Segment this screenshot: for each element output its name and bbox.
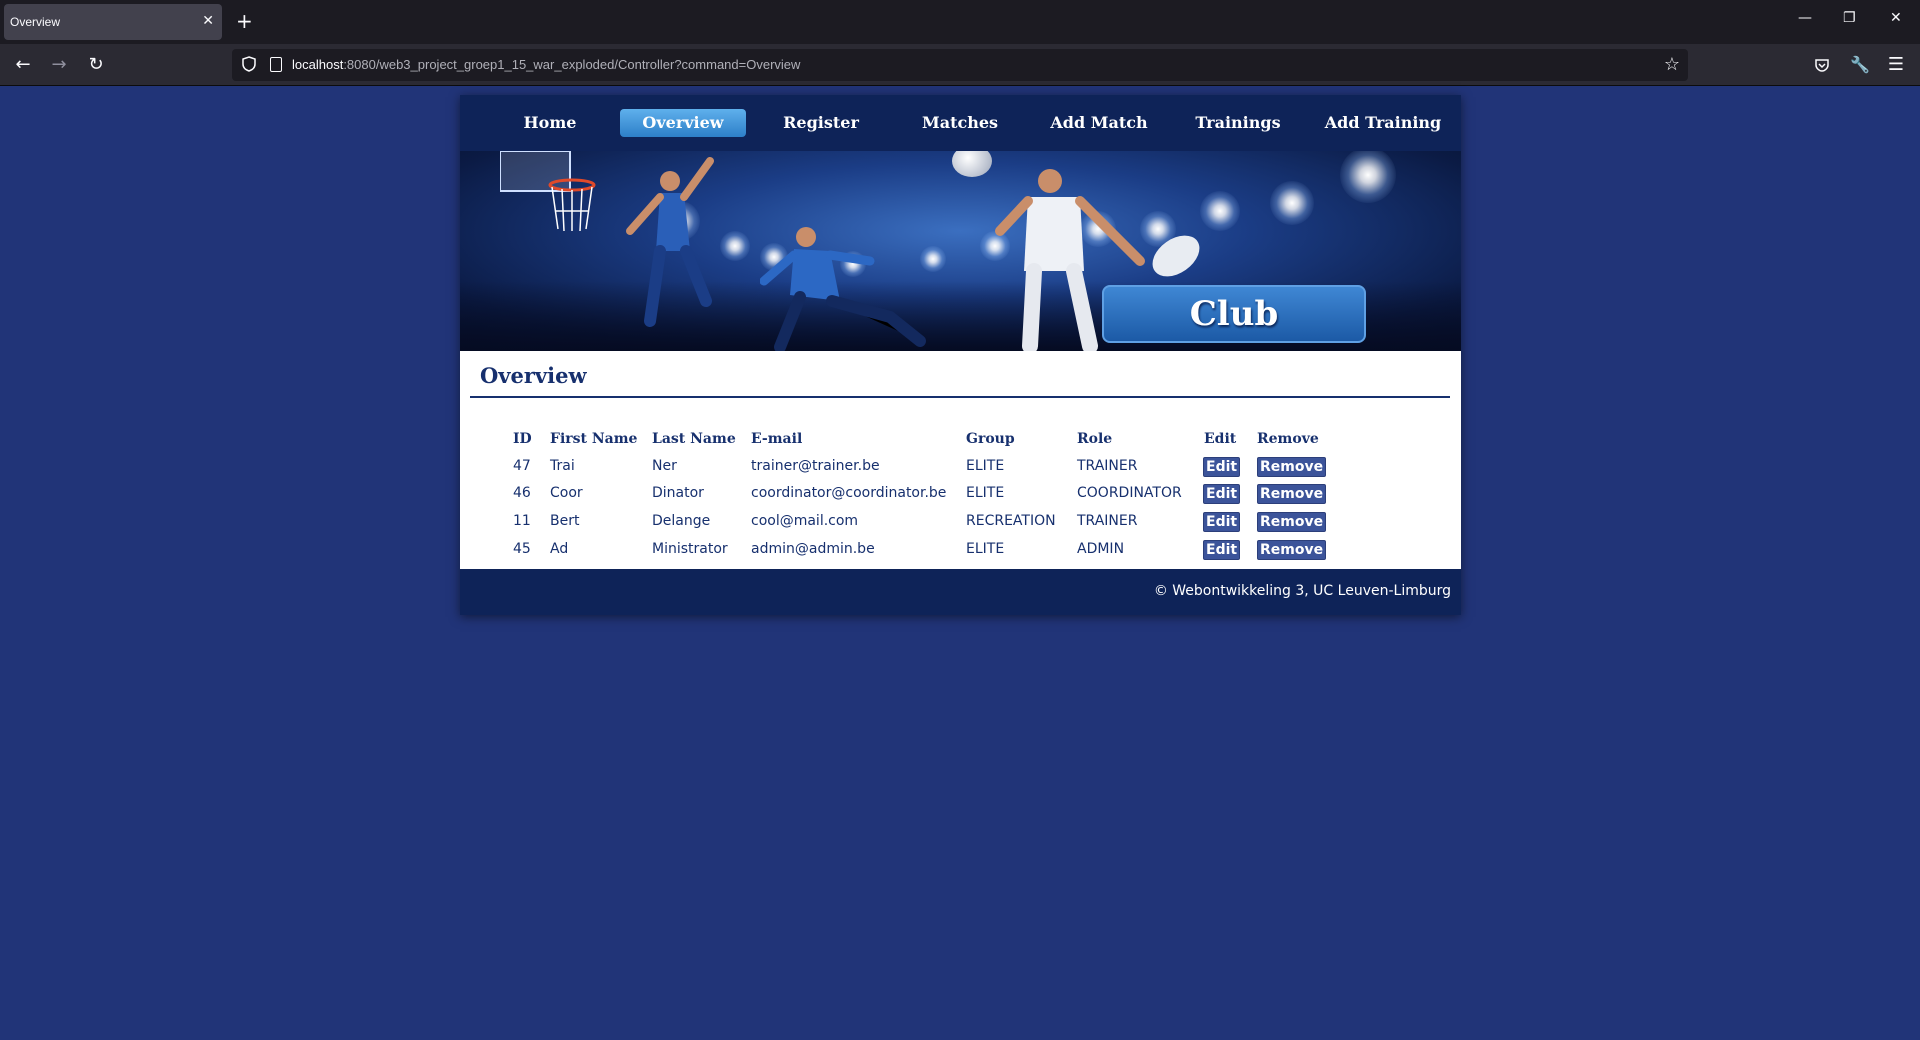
basketball-hoop-icon	[500, 151, 596, 232]
title-divider	[470, 396, 1450, 398]
nav-overview[interactable]: Overview	[620, 109, 746, 137]
site-container: Home Overview Register Matches Add Match…	[460, 95, 1461, 615]
stadium-light	[1270, 181, 1314, 225]
header-remove: Remove	[1257, 431, 1319, 447]
url-path: :8080/web3_project_groep1_15_war_explode…	[343, 57, 801, 72]
cell-first-name: Coor	[550, 485, 583, 501]
edit-button[interactable]: Edit	[1203, 512, 1241, 532]
address-bar[interactable]: localhost:8080/web3_project_groep1_15_wa…	[232, 49, 1688, 81]
cell-last-name: Delange	[652, 513, 711, 529]
cell-email: admin@admin.be	[751, 541, 875, 557]
cell-role: TRAINER	[1077, 513, 1138, 529]
site-footer: © Webontwikkeling 3, UC Leuven-Limburg	[460, 569, 1461, 615]
browser-tab[interactable]: Overview ✕	[4, 4, 222, 40]
header-id: ID	[513, 431, 532, 447]
cell-group: ELITE	[966, 485, 1005, 501]
new-tab-icon[interactable]: +	[236, 10, 253, 32]
reload-icon[interactable]: ↻	[84, 53, 108, 77]
url-text[interactable]: localhost:8080/web3_project_groep1_15_wa…	[292, 57, 800, 72]
nav-add-match[interactable]: Add Match	[1036, 109, 1162, 137]
star-icon[interactable]: ☆	[1664, 54, 1680, 75]
url-host: localhost	[292, 57, 344, 72]
cell-group: RECREATION	[966, 513, 1056, 529]
cell-last-name: Ner	[652, 458, 677, 474]
header-email: E-mail	[751, 431, 803, 447]
pocket-icon[interactable]	[1814, 57, 1830, 73]
site-navigation: Home Overview Register Matches Add Match…	[460, 95, 1461, 151]
forward-icon[interactable]: →	[47, 53, 71, 77]
header-first-name: First Name	[550, 431, 638, 447]
cell-role: COORDINATOR	[1077, 485, 1182, 501]
page-title: Overview	[480, 363, 587, 388]
cell-email: trainer@trainer.be	[751, 458, 880, 474]
banner-title: Club database	[1102, 285, 1366, 351]
cell-last-name: Ministrator	[652, 541, 728, 557]
header-edit: Edit	[1204, 431, 1237, 447]
nav-trainings[interactable]: Trainings	[1175, 109, 1301, 137]
cell-id: 46	[513, 485, 531, 501]
basketball-player-figure	[626, 157, 714, 327]
remove-button[interactable]: Remove	[1257, 540, 1327, 560]
cell-first-name: Trai	[550, 458, 575, 474]
back-icon[interactable]: ←	[11, 53, 35, 77]
nav-matches[interactable]: Matches	[897, 109, 1023, 137]
stadium-light	[1340, 151, 1396, 203]
edit-button[interactable]: Edit	[1203, 484, 1241, 504]
cell-group: ELITE	[966, 458, 1005, 474]
main-content: Overview ID First Name Last Name E-mail …	[460, 351, 1461, 569]
cell-email: coordinator@coordinator.be	[751, 485, 947, 501]
stadium-light	[1200, 191, 1240, 231]
tab-close-icon[interactable]: ✕	[202, 12, 214, 29]
tab-title: Overview	[10, 15, 61, 29]
remove-button[interactable]: Remove	[1257, 484, 1327, 504]
cell-last-name: Dinator	[652, 485, 704, 501]
shield-icon[interactable]	[242, 56, 256, 72]
cell-id: 47	[513, 458, 531, 474]
cell-group: ELITE	[966, 541, 1005, 557]
close-icon[interactable]: ✕	[1890, 10, 1902, 26]
menu-icon[interactable]: ☰	[1884, 53, 1908, 77]
edit-button[interactable]: Edit	[1203, 540, 1241, 560]
page-icon	[270, 57, 282, 72]
cell-id: 11	[513, 513, 531, 529]
browser-tab-strip: Overview ✕ + — ❐ ✕	[0, 0, 1920, 44]
nav-register[interactable]: Register	[758, 109, 884, 137]
edit-button[interactable]: Edit	[1203, 457, 1241, 477]
cell-email: cool@mail.com	[751, 513, 859, 529]
header-group: Group	[966, 431, 1015, 447]
banner-image: Club database	[460, 151, 1461, 351]
extensions-icon[interactable]: 🔧	[1848, 53, 1872, 77]
cell-first-name: Ad	[550, 541, 569, 557]
soccer-player-figure	[760, 227, 926, 351]
remove-button[interactable]: Remove	[1257, 457, 1327, 477]
header-last-name: Last Name	[652, 431, 736, 447]
browser-toolbar: ← → ↻ localhost:8080/web3_project_groep1…	[0, 44, 1920, 86]
header-role: Role	[1077, 431, 1113, 447]
cell-role: ADMIN	[1077, 541, 1125, 557]
footer-copyright: © Webontwikkeling 3, UC Leuven-Limburg	[1153, 583, 1451, 599]
cell-first-name: Bert	[550, 513, 580, 529]
cell-role: TRAINER	[1077, 458, 1138, 474]
cell-id: 45	[513, 541, 531, 557]
nav-home[interactable]: Home	[487, 109, 613, 137]
nav-add-training[interactable]: Add Training	[1313, 109, 1453, 137]
remove-button[interactable]: Remove	[1257, 512, 1327, 532]
minimize-icon[interactable]: —	[1798, 10, 1812, 26]
restore-icon[interactable]: ❐	[1843, 10, 1856, 26]
